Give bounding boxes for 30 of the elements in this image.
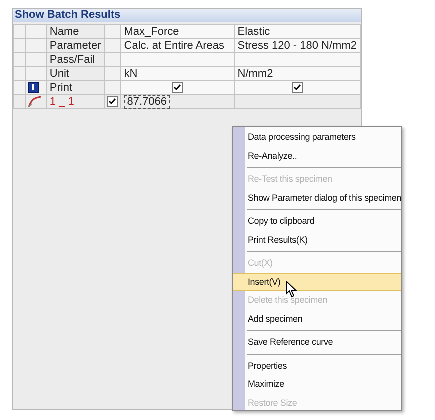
menu-item[interactable]: Properties [233,356,401,375]
table-cell: 87.7066 [124,94,170,108]
curve-icon [28,96,42,108]
row-label: Unit [50,68,70,80]
table-cell: Stress 120 - 180 N/mm2 [238,40,357,52]
menu-item[interactable]: Print Results(K) [233,230,401,249]
menu-item[interactable]: Insert(V) [233,272,401,291]
menu-item[interactable]: Copy to clipboard [233,212,401,230]
row-label: Parameter [50,40,102,52]
table-cell: Max_Force [124,26,180,38]
row-label: Pass/Fail [50,54,96,66]
menu-item[interactable]: Maximize [233,375,401,394]
row-marker-icon [28,82,40,93]
table-cell: kN [124,68,138,80]
row-label: Print [50,82,73,94]
cursor-icon [286,281,297,298]
window-title: Show Batch Results [13,9,361,22]
menu-item[interactable]: Add specimen [233,310,401,328]
menu-item[interactable]: Re-Analyze.. [233,146,401,165]
row-label: Name [50,26,80,38]
menu-item[interactable]: Show Parameter dialog of this specimen [233,188,401,207]
print-checkbox[interactable] [172,82,184,94]
table-cell: Elastic [238,26,270,38]
menu-item[interactable]: Save Reference curve [233,333,401,352]
menu-item[interactable]: Data processing parameters [233,128,401,146]
print-checkbox[interactable] [292,82,303,94]
table-cell: N/mm2 [238,68,274,80]
specimen-checkbox[interactable] [107,96,118,108]
table-cell: Calc. at Entire Areas [124,40,225,52]
row-label: 1 _ 1 [50,96,74,108]
